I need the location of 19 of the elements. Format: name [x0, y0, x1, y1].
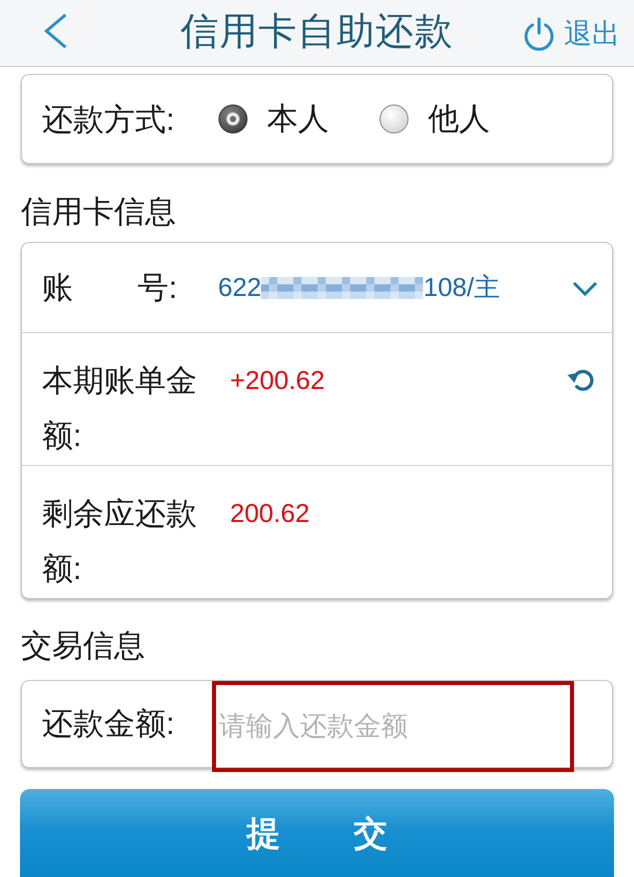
power-icon [522, 17, 556, 51]
section-title: 信用卡信息 [20, 193, 177, 231]
amount-input-field[interactable]: 请输入还款金额 [212, 681, 574, 772]
page-title: 信用卡自助还款 [180, 10, 454, 54]
amount-value: 200.62 [230, 497, 310, 530]
field-label: 本期账单金额: [42, 362, 198, 455]
section-title: 交易信息 [20, 627, 146, 665]
account-number-prefix: 622 [218, 271, 262, 304]
radio-option[interactable]: 他人 [379, 99, 490, 139]
field-label: 还款金额: [42, 705, 176, 743]
refresh-icon[interactable] [565, 367, 596, 393]
amount-value: +200.62 [230, 364, 325, 397]
account-number-suffix: 108/主 [423, 271, 500, 304]
field-label: 账 号: [42, 269, 178, 307]
chevron-down-icon[interactable] [572, 280, 598, 296]
field-label: 还款方式: [42, 100, 176, 138]
submit-button[interactable]: 提 交 [20, 789, 614, 877]
field-label: 剩余应还款额: [42, 495, 198, 588]
radio-option[interactable]: 本人 [218, 99, 329, 139]
